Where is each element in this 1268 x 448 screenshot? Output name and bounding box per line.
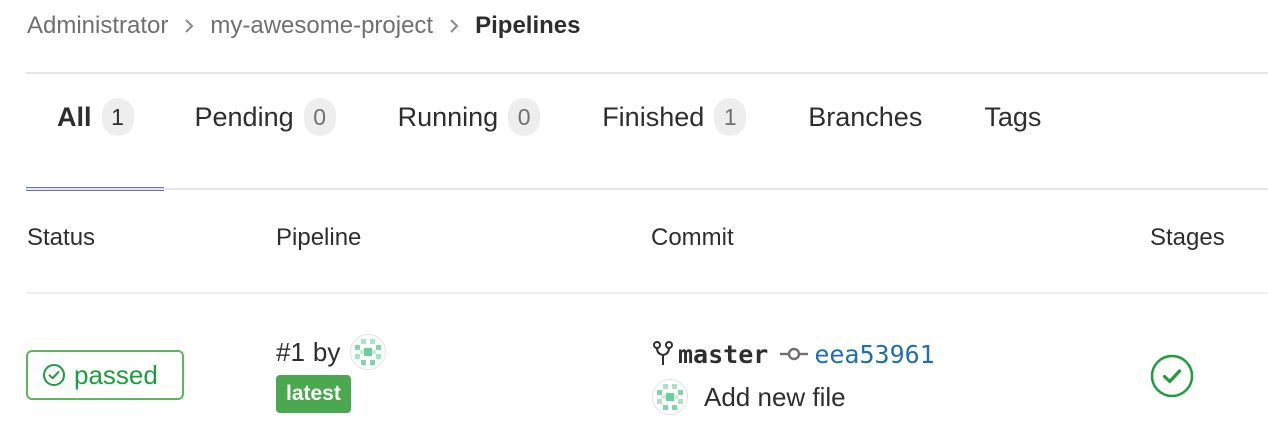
check-circle-icon[interactable] xyxy=(1150,354,1194,398)
tab-label: Branches xyxy=(808,102,923,132)
commit-ref: master eea53961 xyxy=(652,336,935,372)
avatar[interactable] xyxy=(652,379,688,415)
column-header-stages: Stages xyxy=(1150,224,1225,251)
tab-count-badge: 1 xyxy=(714,98,747,136)
tab-label: All xyxy=(57,102,92,132)
column-header-pipeline: Pipeline xyxy=(276,224,362,251)
commit-sha-link[interactable]: eea53961 xyxy=(814,340,934,369)
column-header-commit: Commit xyxy=(651,224,734,251)
breadcrumb-item-project[interactable]: my-awesome-project xyxy=(210,12,433,40)
commit-icon xyxy=(780,346,809,362)
pipeline-by-label: by xyxy=(312,336,341,367)
tab-pending[interactable]: Pending 0 xyxy=(164,98,367,188)
status-label: passed xyxy=(74,359,158,390)
tab-count-badge: 0 xyxy=(303,98,336,136)
tab-count-badge: 0 xyxy=(508,98,541,136)
tab-all[interactable]: All 1 xyxy=(26,98,164,191)
pipelines-page: Administrator my-awesome-project Pipelin… xyxy=(0,0,1268,448)
tabs-divider xyxy=(26,188,1268,190)
pipeline-id-link[interactable]: #1 xyxy=(276,337,305,368)
pipeline-scope-tabs: All 1 Pending 0 Running 0 Finished 1 Bra… xyxy=(26,98,1072,191)
breadcrumb: Administrator my-awesome-project Pipelin… xyxy=(27,8,580,44)
tab-finished[interactable]: Finished 1 xyxy=(571,98,777,188)
avatar[interactable] xyxy=(350,334,387,370)
breadcrumb-current-page[interactable]: Pipelines xyxy=(475,12,580,40)
breadcrumb-item-administrator[interactable]: Administrator xyxy=(27,12,168,40)
status-badge[interactable]: passed xyxy=(26,350,184,400)
tab-count-badge: 1 xyxy=(101,98,134,136)
column-header-status: Status xyxy=(27,224,96,251)
tab-label: Running xyxy=(397,102,499,132)
check-circle-icon xyxy=(42,363,74,387)
chevron-right-icon xyxy=(184,18,194,34)
tab-label: Tags xyxy=(984,102,1042,132)
table-header-divider xyxy=(26,292,1268,294)
chevron-right-icon xyxy=(449,18,459,34)
branch-name-link[interactable]: master xyxy=(678,340,768,369)
tab-running[interactable]: Running 0 xyxy=(367,98,572,188)
tab-tags[interactable]: Tags xyxy=(953,100,1072,188)
breadcrumb-divider xyxy=(26,72,1268,74)
tab-label: Finished xyxy=(602,102,705,132)
latest-badge: latest xyxy=(276,375,351,413)
commit-title-row: Add new file xyxy=(652,378,846,416)
tab-label: Pending xyxy=(194,102,294,132)
branch-fork-icon xyxy=(652,340,674,368)
tab-branches[interactable]: Branches xyxy=(777,100,953,188)
pipeline-info: #1 by xyxy=(276,334,387,370)
commit-title-link[interactable]: Add new file xyxy=(704,382,846,413)
